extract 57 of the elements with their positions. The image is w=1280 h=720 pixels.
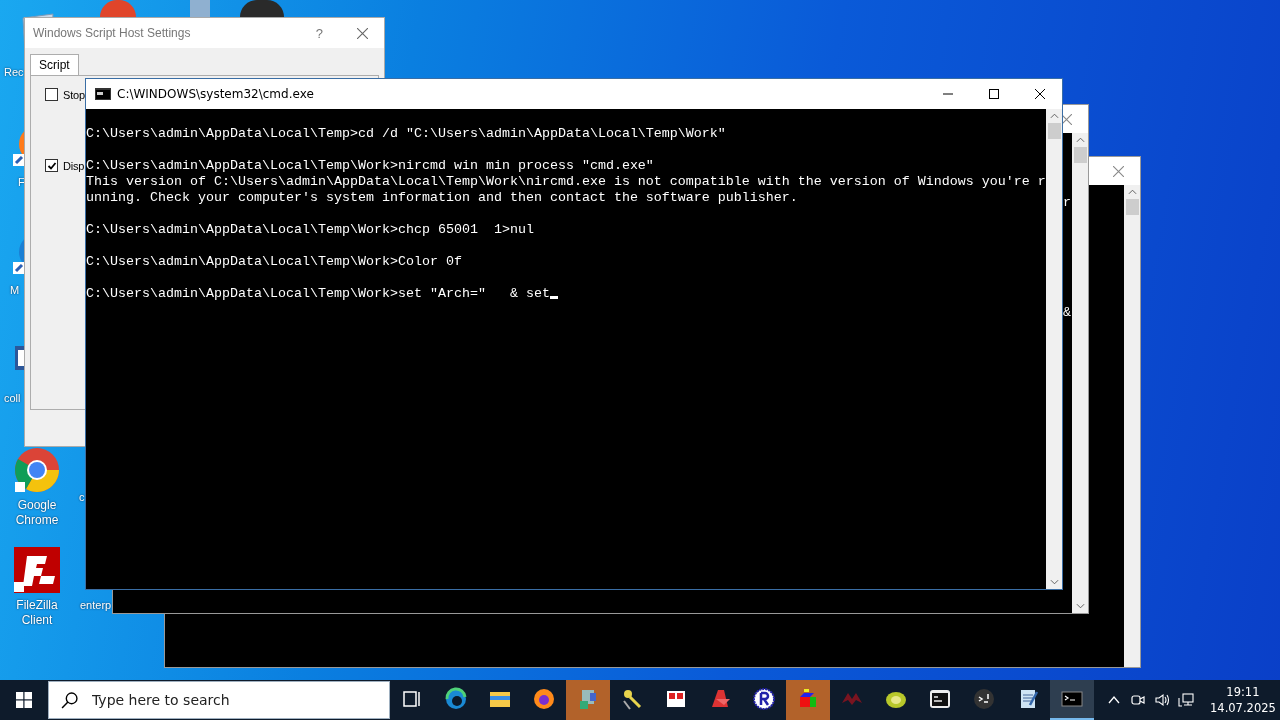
- scroll-down-icon[interactable]: [1049, 579, 1059, 585]
- tab[interactable]: Script: [30, 54, 79, 75]
- console-line: C:\Users\admin\AppData\Local\Temp>cd /d "C:\Users\admin\AppData\Local\Temp\Work": [86, 126, 726, 141]
- console-icon: [95, 88, 111, 100]
- scroll-thumb[interactable]: [1125, 199, 1139, 215]
- search-icon: [61, 691, 78, 709]
- scrollbar[interactable]: [1046, 109, 1062, 589]
- window-title: Windows Script Host Settings: [33, 26, 192, 40]
- desktop-icon-label: c: [79, 491, 85, 503]
- browser-icon: [532, 687, 556, 711]
- desktop-icon-label: M: [10, 283, 20, 298]
- desktop-icon-label: Rec: [4, 65, 24, 80]
- search-field[interactable]: Type here to search: [48, 681, 390, 719]
- scroll-thumb[interactable]: [1073, 147, 1087, 163]
- option-label: Disp: [63, 159, 85, 172]
- console-line: C:\Users\admin\AppData\Local\Temp\Work>nircmd win min process "cmd.exe": [86, 158, 654, 173]
- keys-icon: [620, 687, 644, 711]
- desktop-icon-label: enterp: [80, 599, 112, 611]
- browser-icon: [444, 687, 468, 711]
- scroll-thumb[interactable]: [1047, 123, 1061, 139]
- taskbar-app-button[interactable]: [1050, 680, 1094, 720]
- scroll-down-icon[interactable]: [1075, 603, 1085, 609]
- console-text: r: [1063, 195, 1071, 210]
- desktop-icon-label: F: [18, 175, 25, 190]
- scrollbar[interactable]: [1072, 133, 1088, 613]
- windows-start-icon[interactable]: [16, 692, 32, 708]
- terminal-icon: [972, 687, 996, 711]
- camera-icon[interactable]: [1130, 692, 1146, 708]
- console-line: C:\Users\admin\AppData\Local\Temp\Work>set "Arch=" & set: [86, 286, 550, 301]
- search-input[interactable]: Type here to search: [90, 691, 354, 709]
- desktop-icon-label: coll: [4, 391, 21, 406]
- network-icon[interactable]: [1178, 692, 1194, 708]
- console-line: C:\Users\admin\AppData\Local\Temp\Work>Color 0f: [86, 254, 462, 269]
- desktop-icon-label: FileZilla Client: [15, 598, 59, 628]
- filezilla-icon[interactable]: [13, 546, 61, 594]
- console-line: C:\Users\admin\AppData\Local\Temp\Work>chcp 65001 1>nul: [86, 222, 534, 237]
- clock[interactable]: 19:11 14.07.2025: [1210, 684, 1276, 716]
- desktop-icon-label: Google Chrome: [14, 498, 60, 528]
- console-line: This version of C:\Users\admin\AppData\Local\Temp\Work\nircmd.exe is not compatible with the version of Windows you're r: [86, 174, 1046, 189]
- close-icon[interactable]: [1035, 89, 1045, 99]
- terminal-icon: [928, 687, 952, 711]
- letter-r-icon: [752, 687, 776, 711]
- help-button[interactable]: ?: [315, 25, 323, 41]
- console-line: unning. Check your computer's system information and then contact the software publisher.: [86, 190, 798, 205]
- scrollbar[interactable]: [1124, 185, 1140, 667]
- scroll-up-icon[interactable]: [1049, 113, 1059, 119]
- maximize-icon[interactable]: [989, 89, 999, 99]
- checkbox[interactable]: [45, 159, 58, 172]
- console-text: &: [1063, 305, 1071, 320]
- checkbox[interactable]: [45, 88, 58, 101]
- chrome-icon[interactable]: [13, 446, 61, 494]
- scroll-up-icon[interactable]: [1127, 189, 1137, 195]
- option-label: Stop: [63, 88, 85, 101]
- window-title: C:\WINDOWS\system32\cmd.exe: [117, 87, 314, 101]
- volume-icon[interactable]: [1154, 692, 1170, 708]
- scroll-up-icon[interactable]: [1075, 137, 1085, 143]
- app-icon[interactable]: [240, 0, 284, 17]
